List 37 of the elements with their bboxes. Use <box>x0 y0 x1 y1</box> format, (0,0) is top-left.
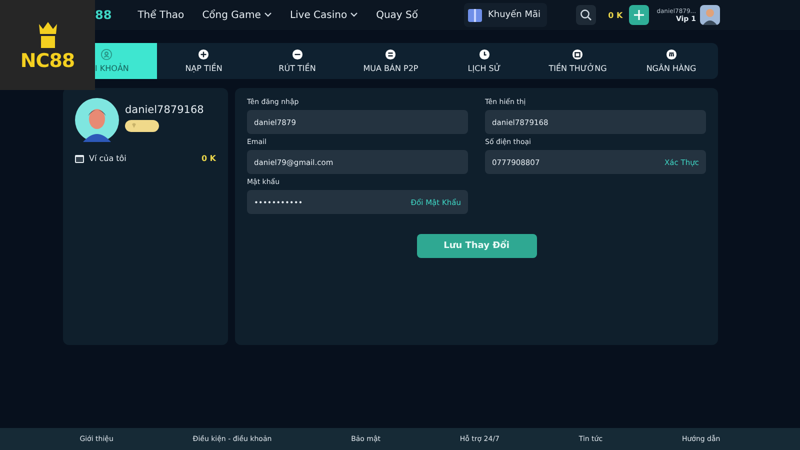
tab[interactable]: TIỀN THƯỞNG <box>531 43 624 79</box>
tab-icon <box>101 49 112 60</box>
avatar-icon <box>75 98 119 142</box>
plus-icon <box>634 10 644 20</box>
tab-icon <box>666 49 677 60</box>
avatar-icon[interactable] <box>700 5 720 25</box>
chevron-icon <box>350 12 358 18</box>
tab[interactable]: I KHOẢN <box>95 43 157 79</box>
nav-link[interactable]: Quay Số <box>376 10 418 20</box>
tab-icon <box>478 49 490 60</box>
tab-icon <box>198 49 210 60</box>
nav-link[interactable]: Cổng Game <box>202 10 272 20</box>
tab[interactable]: NẠP TIỀN <box>157 43 250 79</box>
search-button[interactable] <box>576 5 596 25</box>
wallet-icon <box>75 154 84 162</box>
tab[interactable]: MUA BÁN P2P <box>344 43 438 79</box>
tab-icon <box>385 49 396 60</box>
tab[interactable]: LỊCH SỬ <box>438 43 531 79</box>
tab-icon <box>572 49 584 60</box>
wallet-label: Ví của tôi <box>89 154 128 163</box>
promo-button[interactable]: Khuyến Mãi <box>464 3 547 27</box>
balance-text: 0 K <box>608 10 623 20</box>
nav-link[interactable]: Thể Thao <box>138 10 184 20</box>
tab[interactable]: NGÂN HÀNG <box>624 43 718 79</box>
tab[interactable]: RÚT TIỀN <box>250 43 344 79</box>
wallet-amount: 0 K <box>201 154 216 163</box>
profile-name: daniel7879168 <box>125 104 204 116</box>
chevron-icon <box>264 12 272 18</box>
search-icon <box>580 9 592 21</box>
logo[interactable]: NC88 <box>0 0 95 90</box>
deposit-plus-button[interactable] <box>628 5 649 25</box>
nav-link[interactable]: Live Casino <box>290 10 358 20</box>
logo-text: NC88 <box>19 50 76 72</box>
brand-text[interactable]: 88 <box>95 8 112 22</box>
gift-box-icon <box>466 6 484 24</box>
vip-badge-icon <box>125 120 159 132</box>
tab-icon <box>292 49 303 60</box>
